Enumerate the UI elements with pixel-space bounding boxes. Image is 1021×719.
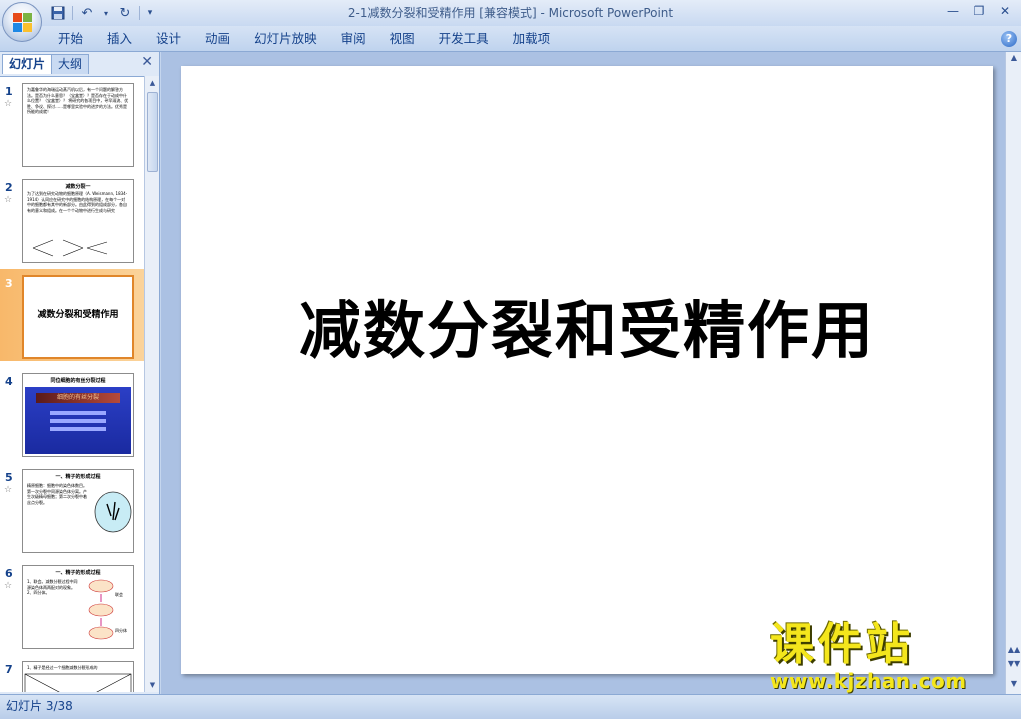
slide-counter: 幻灯片 3/38 [6,699,73,713]
watermark-url: www.kjzhan.com [770,669,967,693]
thumbnail-text: 1、联会。减数分裂过程中同源染色体两两配对的现象。2、四分体。 [27,579,78,595]
tab-developer[interactable]: 开发工具 [427,26,501,52]
thumbnail-heading: 减数分裂和受精作用 [37,310,119,320]
thumbnail-button [50,419,106,423]
thumbnail-preview: 同位细胞的有丝分裂过程 细胞的有丝分裂 [22,373,134,457]
scroll-up-icon[interactable]: ▲ [145,76,160,90]
watermark-title: 课件站 [770,619,914,670]
thumbnail-button [50,427,106,431]
tab-add-ins[interactable]: 加载项 [501,26,563,52]
slide-number: 6 [5,567,13,580]
thumbnail-text: 为了达到在研究动物的细胞原理（A. Weismann, 1834-1914）认同… [27,191,128,213]
animation-star-icon: ☆ [4,195,13,205]
slide-number: 2 [5,181,13,194]
thumbnail-preview: 减数分裂一 为了达到在研究动物的细胞原理（A. Weismann, 1834-1… [22,179,134,263]
slide-thumbnail-4[interactable]: 4 同位细胞的有丝分裂过程 细胞的有丝分裂 [0,367,144,457]
slide-number: 1 [5,85,13,98]
thumbnail-preview: 一、精子的形成过程 1、联会。减数分裂过程中同源染色体两两配对的现象。2、四分体… [22,565,134,649]
tab-home[interactable]: 开始 [46,26,95,52]
status-bar: 幻灯片 3/38 [0,694,1021,719]
slide-number: 3 [5,277,13,290]
tab-insert[interactable]: 插入 [95,26,144,52]
cell-diagram-icon [94,491,132,533]
office-logo-icon [13,13,33,33]
tab-slides[interactable]: 幻灯片 [2,54,53,74]
thumbnail-text: 精原细胞：细胞中的染色体数目。第一次分裂中同源染色体分离。产生次级精母细胞；第二… [27,483,87,505]
slide-number: 4 [5,375,13,388]
diagram-label: 联会 [115,592,123,597]
thumbnails-scrollbar[interactable]: ▲ ▼ [144,76,159,692]
tab-slide-show[interactable]: 幻灯片放映 [242,26,329,52]
slide-title[interactable]: 减数分裂和受精作用 [181,280,993,370]
slide-thumbnail-3[interactable]: 3 减数分裂和受精作用 [0,269,144,361]
slide-number: 5 [5,471,13,484]
thumbnail-button [50,411,106,415]
tab-view[interactable]: 视图 [378,26,427,52]
pane-tabs: 幻灯片 大纲 [2,54,90,74]
help-icon[interactable]: ? [1001,31,1017,47]
slide-scrollbar[interactable]: ▲ ▲▲ ▼▼ ▼ [1005,52,1021,694]
placeholder-image-icon [24,673,132,692]
thumbnail-preview: 为嘉鲁华的海瑞运动蒸汽机以后，有一个问题的解答方法。是否为什么意思？（宝盒堂）？… [22,83,134,167]
title-bar: ↶ ▾ ↻ ▾ 2-1减数分裂和受精作用 [兼容模式] - Microsoft … [0,0,1021,26]
tab-outline[interactable]: 大纲 [51,54,90,74]
previous-slide-icon[interactable]: ▲▲ [1007,644,1021,656]
watermark-logo: 课件站 www.kjzhan.com [770,619,1002,693]
ribbon-tabs: 开始 插入 设计 动画 幻灯片放映 审阅 视图 开发工具 加载项 [46,26,562,52]
thumbnail-preview: 1、精子是经过一个细胞减数分裂形成的 [22,661,134,692]
thumbnail-heading: 同位细胞的有丝分裂过程 [50,378,106,384]
thumbnail-preview: 一、精子的形成过程 精原细胞：细胞中的染色体数目。第一次分裂中同源染色体分离。产… [22,469,134,553]
slide-thumbnail-1[interactable]: 1 ☆ 为嘉鲁华的海瑞运动蒸汽机以后，有一个问题的解答方法。是否为什么意思？（宝… [0,77,144,167]
thumbnail-text: 为嘉鲁华的海瑞运动蒸汽机以后，有一个问题的解答方法。是否为什么意思？（宝盒堂）？… [27,87,129,114]
slide-thumbnail-7[interactable]: 7 1、精子是经过一个细胞减数分裂形成的 [0,655,144,692]
close-pane-icon[interactable]: ✕ [141,54,153,70]
tab-animations[interactable]: 动画 [193,26,242,52]
scroll-up-icon[interactable]: ▲ [1007,52,1021,64]
animation-star-icon: ☆ [4,581,13,591]
animation-star-icon: ☆ [4,99,13,109]
diagram-label: 四分体 [115,628,127,633]
scroll-down-icon[interactable]: ▼ [1007,678,1021,690]
thumbnail-diagram [32,239,108,257]
window-controls: — ❐ ✕ [941,2,1017,20]
animation-star-icon: ☆ [4,485,13,495]
thumbnail-heading: 一、精子的形成过程 [55,474,101,480]
scrollbar-thumb[interactable] [147,92,158,172]
current-slide[interactable]: 减数分裂和受精作用 [181,66,993,674]
thumbnail-preview: 减数分裂和受精作用 [22,275,134,359]
minimize-button[interactable]: — [941,2,965,20]
slide-thumbnails: 1 ☆ 为嘉鲁华的海瑞运动蒸汽机以后，有一个问题的解答方法。是否为什么意思？（宝… [0,76,144,692]
scroll-down-icon[interactable]: ▼ [145,678,160,692]
slide-thumbnail-6[interactable]: 6 ☆ 一、精子的形成过程 1、联会。减数分裂过程中同源染色体两两配对的现象。2… [0,559,144,649]
thumbnail-blue-panel: 细胞的有丝分裂 [25,387,131,454]
tab-review[interactable]: 审阅 [329,26,378,52]
thumbnail-banner: 细胞的有丝分裂 [36,393,120,403]
slide-number: 7 [5,663,13,676]
slides-pane: 幻灯片 大纲 ✕ 1 ☆ 为嘉鲁华的海瑞运动蒸汽机以后，有一个问题的解答方法。是… [0,52,160,694]
window-title: 2-1减数分裂和受精作用 [兼容模式] - Microsoft PowerPoi… [347,6,674,20]
thumbnail-heading: 一、精子的形成过程 [55,570,101,576]
close-button[interactable]: ✕ [993,2,1017,20]
office-button[interactable] [2,2,42,42]
thumbnail-heading: 减数分裂一 [65,184,91,190]
slide-thumbnail-5[interactable]: 5 ☆ 一、精子的形成过程 精原细胞：细胞中的染色体数目。第一次分裂中同源染色体… [0,463,144,553]
slide-editing-area: 减数分裂和受精作用 [161,52,1005,694]
restore-button[interactable]: ❐ [967,2,991,20]
tab-design[interactable]: 设计 [144,26,193,52]
slide-thumbnail-2[interactable]: 2 ☆ 减数分裂一 为了达到在研究动物的细胞原理（A. Weismann, 18… [0,173,144,263]
next-slide-icon[interactable]: ▼▼ [1007,658,1021,670]
ribbon: 开始 插入 设计 动画 幻灯片放映 审阅 视图 开发工具 加载项 ? [0,26,1021,52]
